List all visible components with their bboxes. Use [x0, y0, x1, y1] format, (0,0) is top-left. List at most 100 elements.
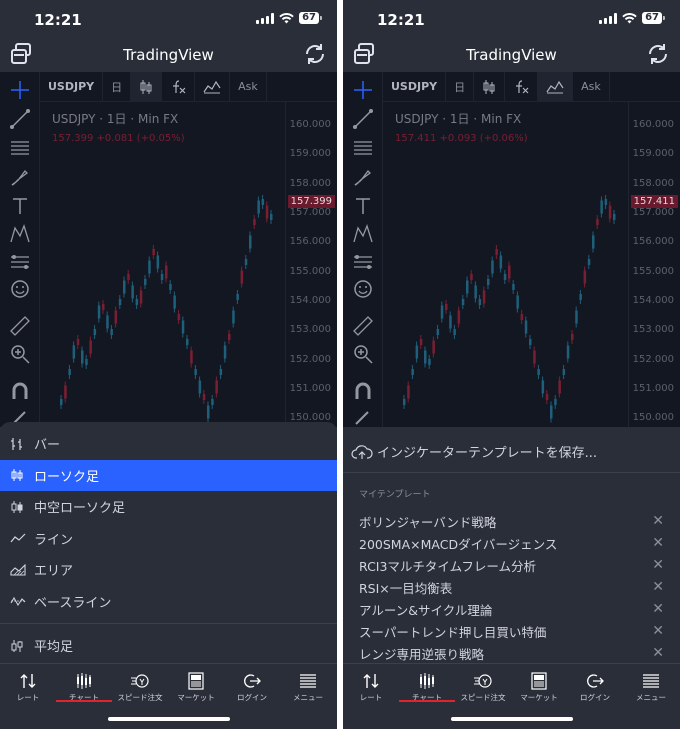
template-item[interactable]: RCI3マルチタイムフレーム分析 ✕: [343, 554, 680, 576]
template-item[interactable]: レンジ専用逆張り戦略 ✕: [343, 642, 680, 664]
ask-button[interactable]: Ask: [230, 72, 267, 101]
nav-chart[interactable]: チャート: [399, 672, 455, 703]
refresh-icon[interactable]: [646, 42, 670, 66]
text-icon[interactable]: [8, 194, 32, 218]
candle-body: [181, 320, 185, 334]
crosshair-icon[interactable]: [8, 78, 32, 102]
candle-body: [424, 350, 427, 364]
nav-market[interactable]: マーケット: [168, 672, 224, 703]
candle-body: [68, 369, 71, 375]
pattern-icon[interactable]: [8, 222, 32, 246]
price-axis[interactable]: 160.000 159.000 158.000 157.000 156.000 …: [285, 102, 337, 427]
price-axis[interactable]: 160.000 159.000 158.000 157.000 156.000 …: [628, 102, 680, 427]
chart-type-line[interactable]: ライン: [0, 523, 337, 555]
nav-chart[interactable]: チャート: [56, 672, 112, 703]
nav-login[interactable]: ログイン: [567, 672, 623, 703]
close-icon[interactable]: ✕: [652, 601, 664, 617]
pattern-icon[interactable]: [351, 222, 375, 246]
symbol-button[interactable]: USDJPY: [40, 72, 104, 101]
candle-body: [261, 199, 265, 205]
symbol-button[interactable]: USDJPY: [383, 72, 447, 101]
prediction-icon[interactable]: [8, 250, 32, 274]
battery-icon: 67: [299, 12, 322, 24]
templates-button[interactable]: [195, 72, 231, 101]
chart-type-area[interactable]: エリア: [0, 554, 337, 586]
chart-type-heikin-ashi[interactable]: 平均足: [0, 630, 337, 662]
nav-login[interactable]: ログイン: [224, 672, 280, 703]
candle-body: [587, 259, 591, 265]
ruler-icon[interactable]: [351, 314, 375, 338]
text-icon[interactable]: [351, 194, 375, 218]
chart-type-button[interactable]: [131, 72, 163, 101]
candle-body: [516, 295, 519, 309]
line-chart-icon: [10, 532, 26, 544]
brush-icon[interactable]: [8, 165, 32, 189]
close-icon[interactable]: ✕: [652, 579, 664, 595]
close-icon[interactable]: ✕: [652, 535, 664, 551]
chart-type-bar[interactable]: バー: [0, 428, 337, 460]
nav-label: レート: [359, 693, 383, 702]
nav-rate[interactable]: レート: [0, 672, 56, 703]
nav-menu[interactable]: メニュー: [623, 672, 679, 703]
close-icon[interactable]: ✕: [652, 513, 664, 529]
crosshair-icon[interactable]: [351, 78, 375, 102]
chart-area[interactable]: USDJPY 日 Ask USDJPY · 1日 · Min FX 157.41…: [343, 72, 680, 427]
template-item[interactable]: アルーン&サイクル理論 ✕: [343, 598, 680, 620]
candle-body: [194, 369, 197, 375]
candle-body: [571, 334, 574, 340]
chart-type-hollow-candles[interactable]: 中空ローソク足: [0, 491, 337, 523]
ask-button[interactable]: Ask: [573, 72, 610, 101]
candle-body: [190, 350, 193, 364]
trendline-icon[interactable]: [351, 107, 375, 131]
chart-type-sheet: バー ローソク足 中空ローソク足 ライン エリア ベースライン 平均足: [0, 422, 337, 664]
template-item[interactable]: 200SMA×MACDダイバージェンス ✕: [343, 532, 680, 554]
magnet-icon[interactable]: [351, 379, 375, 403]
zoom-icon[interactable]: [351, 342, 375, 366]
axis-tick: 159.000: [632, 148, 674, 159]
lock-icon[interactable]: [351, 404, 375, 428]
section-label: マイテンプレート: [359, 490, 431, 500]
axis-tick: 158.000: [632, 178, 674, 189]
template-item[interactable]: スーパートレンド押し目買い特価 ✕: [343, 620, 680, 642]
close-icon[interactable]: ✕: [652, 623, 664, 639]
nav-speed-order[interactable]: スピード注文: [112, 672, 168, 703]
nav-rate[interactable]: レート: [343, 672, 399, 703]
candle-body: [524, 320, 528, 334]
magnet-icon[interactable]: [8, 379, 32, 403]
ruler-icon[interactable]: [8, 314, 32, 338]
candle-body: [173, 295, 176, 309]
emoji-icon[interactable]: [8, 277, 32, 301]
fib-icon[interactable]: [8, 136, 32, 160]
candle-body: [445, 304, 448, 310]
interval-button[interactable]: 日: [446, 72, 475, 101]
templates-icon: [203, 80, 221, 93]
save-template-button[interactable]: インジケーターテンプレートを保存...: [343, 431, 680, 473]
template-item[interactable]: RSI×一目均衡表 ✕: [343, 576, 680, 598]
zoom-icon[interactable]: [8, 342, 32, 366]
prediction-icon[interactable]: [351, 250, 375, 274]
indicators-button[interactable]: [505, 72, 539, 101]
chart-area[interactable]: USDJPY 日 Ask USDJPY · 1日 · Min FX 157.39…: [0, 72, 337, 427]
nav-menu[interactable]: メニュー: [280, 672, 336, 703]
chart-type-candles[interactable]: ローソク足: [0, 459, 337, 491]
indicators-button[interactable]: [162, 72, 196, 101]
chart-type-button[interactable]: [474, 72, 506, 101]
close-icon[interactable]: ✕: [652, 645, 664, 661]
trendline-icon[interactable]: [8, 107, 32, 131]
emoji-icon[interactable]: [351, 277, 375, 301]
fib-icon[interactable]: [351, 136, 375, 160]
interval-button[interactable]: 日: [103, 72, 132, 101]
templates-button[interactable]: [538, 72, 574, 101]
brush-icon[interactable]: [351, 165, 375, 189]
candle-body: [64, 385, 67, 399]
status-icons: 67: [599, 12, 665, 24]
nav-market[interactable]: マーケット: [511, 672, 567, 703]
chart-type-baseline[interactable]: ベースライン: [0, 586, 337, 618]
refresh-icon[interactable]: [303, 42, 327, 66]
candle-body: [583, 270, 587, 284]
template-item[interactable]: ボリンジャーバンド戦略 ✕: [343, 510, 680, 532]
close-icon[interactable]: ✕: [652, 557, 664, 573]
nav-speed-order[interactable]: スピード注文: [455, 672, 511, 703]
axis-tick: 152.000: [289, 354, 331, 365]
chart-type-label: バー: [34, 438, 61, 454]
